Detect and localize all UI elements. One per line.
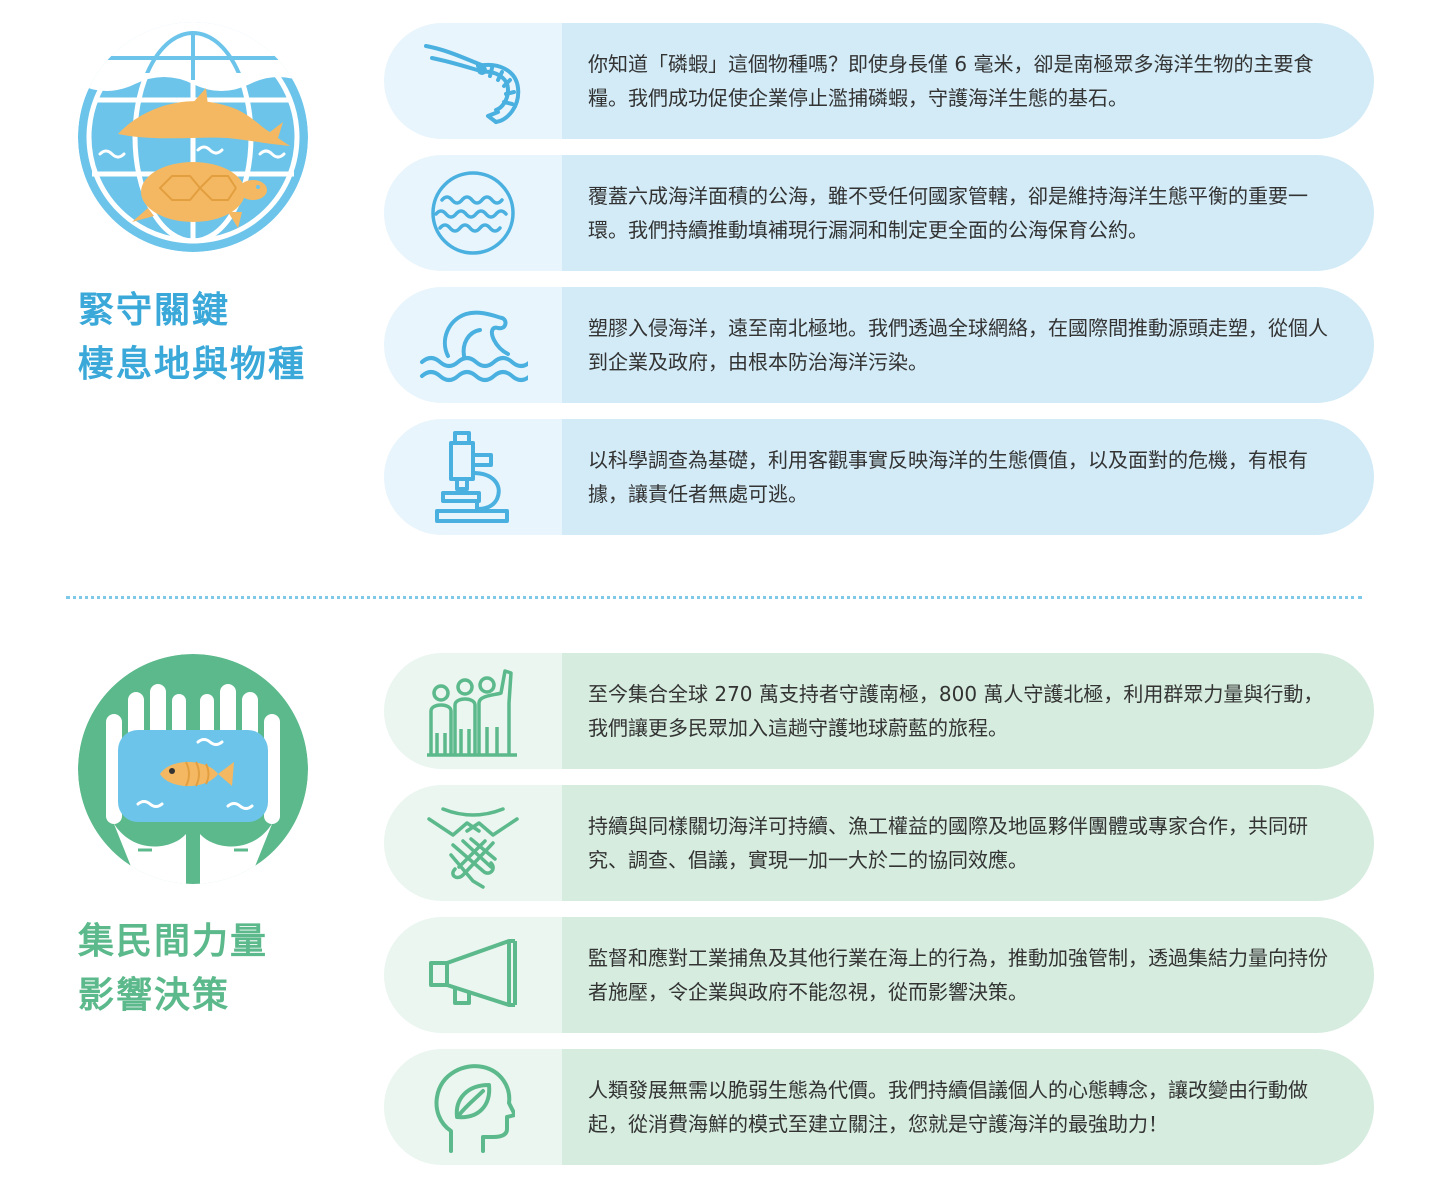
globe-dolphin-turtle-emblem [78,22,308,252]
section-collective-power: 集民間力量 影響決策 至今集合全球 270 萬支持者守護南極，800 萬人守護北… [0,620,1440,1184]
card-text: 以科學調查為基礎，利用客觀事實反映海洋的生態價值，以及面對的危機，有根有據，讓責… [588,448,1308,506]
head-leaf-icon [384,1049,562,1165]
card-text: 監督和應對工業捕魚及其他行業在海上的行為，推動加強管制，透過集結力量向持份者施壓… [588,946,1328,1004]
microscope-icon [384,419,562,535]
card-high-seas: 覆蓋六成海洋面積的公海，雖不受任何國家管轄，卻是維持海洋生態平衡的重要一環。我們… [384,155,1374,271]
plastic-bag-icon [384,287,562,403]
hands-fish-emblem [78,654,308,884]
heading-line-2: 棲息地與物種 [78,344,307,385]
card-science: 以科學調查為基礎，利用客觀事實反映海洋的生態價值，以及面對的危機，有根有據，讓責… [384,419,1374,535]
megaphone-icon [384,917,562,1033]
card-supporters: 至今集合全球 270 萬支持者守護南極，800 萬人守護北極，利用群眾力量與行動… [384,653,1374,769]
card-text: 你知道「磷蝦」這個物種嗎？即使身長僅 6 毫米，卻是南極眾多海洋生物的主要食糧。… [588,52,1314,110]
people-raising-hand-icon [384,653,562,769]
card-text: 人類發展無需以脆弱生態為代價。我們持續倡議個人的心態轉念，讓改變由行動做起，從消… [588,1078,1308,1136]
waves-icon [384,155,562,271]
joined-hands-icon [384,785,562,901]
heading-line-1: 緊守關鍵 [78,290,231,331]
card-partners: 持續與同樣關切海洋可持續、漁工權益的國際及地區夥伴團體或專家合作，共同研究、調查… [384,785,1374,901]
heading-line-2: 影響決策 [78,975,231,1016]
card-plastic: 塑膠入侵海洋，遠至南北極地。我們透過全球網絡，在國際間推動源頭走塑，從個人到企業… [384,287,1374,403]
section-divider [66,596,1362,599]
heading-line-1: 集民間力量 [78,921,269,962]
section-habitats: 緊守關鍵 棲息地與物種 你知道「磷蝦」這個物種嗎？即使身長僅 6 毫米，卻是南極… [0,0,1440,560]
card-mindset: 人類發展無需以脆弱生態為代價。我們持續倡議個人的心態轉念，讓改變由行動做起，從消… [384,1049,1374,1165]
section-heading: 緊守關鍵 棲息地與物種 [78,284,378,392]
section-heading: 集民間力量 影響決策 [78,915,378,1023]
card-text: 至今集合全球 270 萬支持者守護南極，800 萬人守護北極，利用群眾力量與行動… [588,682,1324,740]
card-krill: 你知道「磷蝦」這個物種嗎？即使身長僅 6 毫米，卻是南極眾多海洋生物的主要食糧。… [384,23,1374,139]
card-text: 持續與同樣關切海洋可持續、漁工權益的國際及地區夥伴團體或專家合作，共同研究、調查… [588,814,1308,872]
card-monitoring: 監督和應對工業捕魚及其他行業在海上的行為，推動加強管制，透過集結力量向持份者施壓… [384,917,1374,1033]
card-text: 塑膠入侵海洋，遠至南北極地。我們透過全球網絡，在國際間推動源頭走塑，從個人到企業… [588,316,1328,374]
shrimp-icon [384,23,562,139]
card-text: 覆蓋六成海洋面積的公海，雖不受任何國家管轄，卻是維持海洋生態平衡的重要一環。我們… [588,184,1308,242]
